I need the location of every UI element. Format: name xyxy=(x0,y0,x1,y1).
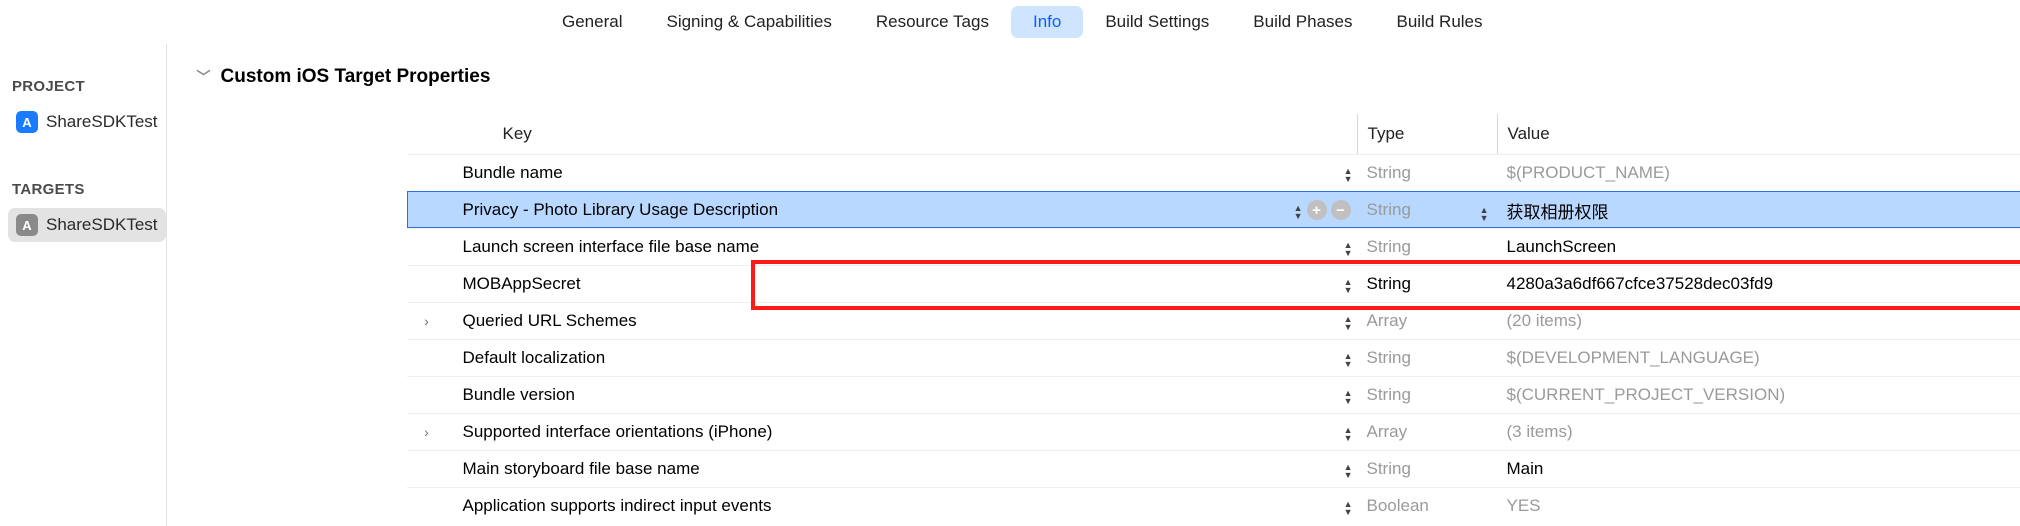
key-stepper-icon[interactable]: ▲▼ xyxy=(1344,385,1351,405)
plist-type[interactable]: String xyxy=(1357,377,1497,413)
add-row-button[interactable]: + xyxy=(1307,200,1327,220)
table-row[interactable]: Privacy - Photo Library Usage Descriptio… xyxy=(407,191,2020,228)
targets-sidebar: PROJECT A ShareSDKTest TARGETS A ShareSD… xyxy=(0,44,167,526)
plist-type[interactable]: String▲▼ xyxy=(1357,192,1497,228)
plist-type[interactable]: String xyxy=(1357,229,1497,265)
col-header-value[interactable]: Value xyxy=(1497,114,2020,154)
plist-key[interactable]: MOBAppSecret xyxy=(447,266,1247,302)
target-icon: A xyxy=(16,214,38,236)
table-row[interactable]: MOBAppSecret ▲▼ String4280a3a6df667cfce375… xyxy=(407,265,2020,302)
tab-buildphases[interactable]: Build Phases xyxy=(1231,6,1374,38)
plist-value[interactable]: (3 items) xyxy=(1497,414,2020,450)
table-row[interactable]: Bundle name ▲▼ String$(PRODUCT_NAME) xyxy=(407,154,2020,191)
disclosure-chevron-icon xyxy=(407,155,447,191)
key-stepper-icon[interactable]: ▲▼ xyxy=(1294,200,1301,220)
col-header-key[interactable]: Key xyxy=(447,114,1247,154)
plist-type[interactable]: String xyxy=(1357,340,1497,376)
plist-value[interactable]: $(CURRENT_PROJECT_VERSION) xyxy=(1497,377,2020,413)
plist-value[interactable]: 获取相册权限 xyxy=(1497,192,2020,228)
sidebar-item-project[interactable]: A ShareSDKTest xyxy=(8,105,166,139)
plist-value[interactable]: (20 items) xyxy=(1497,303,2020,339)
plist-type[interactable]: Array xyxy=(1357,303,1497,339)
plist-type[interactable]: Boolean xyxy=(1357,488,1497,524)
key-stepper-icon[interactable]: ▲▼ xyxy=(1344,348,1351,368)
table-row[interactable]: Launch screen interface file base name ▲▼… xyxy=(407,228,2020,265)
disclosure-icon[interactable]: ﹀ xyxy=(197,67,211,87)
plist-type[interactable]: String xyxy=(1357,266,1497,302)
plist-type[interactable]: String xyxy=(1357,155,1497,191)
content-area: ﹀ Custom iOS Target Properties Key Type … xyxy=(167,44,2020,526)
table-row[interactable]: ›Supported interface orientations (iPhon… xyxy=(407,413,2020,450)
plist-type[interactable]: String xyxy=(1357,451,1497,487)
tab-buildrules[interactable]: Build Rules xyxy=(1375,6,1505,38)
plist-value[interactable]: $(DEVELOPMENT_LANGUAGE) xyxy=(1497,340,2020,376)
table-row[interactable]: ›Queried URL Schemes ▲▼ Array(20 items) xyxy=(407,302,2020,339)
plist-key[interactable]: Supported interface orientations (iPhone… xyxy=(447,414,1247,450)
remove-row-button[interactable]: − xyxy=(1331,200,1351,220)
editor-tabbar: General Signing & Capabilities Resource … xyxy=(0,0,2020,44)
plist-key[interactable]: Application supports indirect input even… xyxy=(447,488,1247,524)
disclosure-chevron-icon[interactable]: › xyxy=(407,303,447,339)
plist-value[interactable]: Main xyxy=(1497,451,2020,487)
table-row[interactable]: Main storyboard file base name ▲▼ StringMa… xyxy=(407,450,2020,487)
section-title: Custom iOS Target Properties xyxy=(221,66,491,88)
plist-key[interactable]: Privacy - Photo Library Usage Descriptio… xyxy=(447,192,1247,228)
key-stepper-icon[interactable]: ▲▼ xyxy=(1344,422,1351,442)
plist-key[interactable]: Main storyboard file base name xyxy=(447,451,1247,487)
project-heading: PROJECT xyxy=(8,64,166,105)
plist-key[interactable]: Bundle version xyxy=(447,377,1247,413)
project-icon: A xyxy=(16,111,38,133)
disclosure-chevron-icon xyxy=(407,266,447,302)
sidebar-item-label: ShareSDKTest xyxy=(46,112,158,132)
disclosure-chevron-icon xyxy=(407,192,447,228)
disclosure-chevron-icon[interactable]: › xyxy=(407,414,447,450)
key-stepper-icon[interactable]: ▲▼ xyxy=(1344,163,1351,183)
plist-key[interactable]: Default localization xyxy=(447,340,1247,376)
plist-value[interactable]: 4280a3a6df667cfce37528dec03fd9 xyxy=(1497,266,2020,302)
plist-value[interactable]: LaunchScreen xyxy=(1497,229,2020,265)
tab-resourcetags[interactable]: Resource Tags xyxy=(854,6,1011,38)
section-header[interactable]: ﹀ Custom iOS Target Properties xyxy=(167,66,2020,88)
table-header: Key Type Value xyxy=(407,114,2020,154)
disclosure-chevron-icon xyxy=(407,488,447,524)
plist-value[interactable]: $(PRODUCT_NAME) xyxy=(1497,155,2020,191)
tab-buildsettings[interactable]: Build Settings xyxy=(1083,6,1231,38)
table-row[interactable]: Application supports indirect input even… xyxy=(407,487,2020,524)
key-stepper-icon[interactable]: ▲▼ xyxy=(1344,274,1351,294)
disclosure-chevron-icon xyxy=(407,451,447,487)
plist-key[interactable]: Queried URL Schemes xyxy=(447,303,1247,339)
key-stepper-icon[interactable]: ▲▼ xyxy=(1344,311,1351,331)
key-stepper-icon[interactable]: ▲▼ xyxy=(1344,237,1351,257)
type-stepper-icon[interactable]: ▲▼ xyxy=(1480,198,1489,222)
plist-type[interactable]: Array xyxy=(1357,414,1497,450)
plist-table: Key Type Value Bundle name▲▼String$(PROD… xyxy=(407,114,2020,524)
tab-general[interactable]: General xyxy=(540,6,644,38)
targets-heading: TARGETS xyxy=(8,167,166,208)
col-header-type[interactable]: Type xyxy=(1357,114,1497,154)
plist-value[interactable]: YES xyxy=(1497,488,2020,524)
disclosure-chevron-icon xyxy=(407,377,447,413)
key-stepper-icon[interactable]: ▲▼ xyxy=(1344,496,1351,516)
disclosure-chevron-icon xyxy=(407,340,447,376)
plist-key[interactable]: Bundle name xyxy=(447,155,1247,191)
disclosure-chevron-icon xyxy=(407,229,447,265)
table-row[interactable]: Bundle version ▲▼ String$(CURRENT_PROJECT_… xyxy=(407,376,2020,413)
tab-signing[interactable]: Signing & Capabilities xyxy=(644,6,853,38)
tab-info[interactable]: Info xyxy=(1011,6,1083,38)
sidebar-item-target[interactable]: A ShareSDKTest xyxy=(8,208,166,242)
plist-key[interactable]: Launch screen interface file base name xyxy=(447,229,1247,265)
key-stepper-icon[interactable]: ▲▼ xyxy=(1344,459,1351,479)
table-row[interactable]: Default localization ▲▼ String$(DEVELOPMEN… xyxy=(407,339,2020,376)
sidebar-item-label: ShareSDKTest xyxy=(46,215,158,235)
